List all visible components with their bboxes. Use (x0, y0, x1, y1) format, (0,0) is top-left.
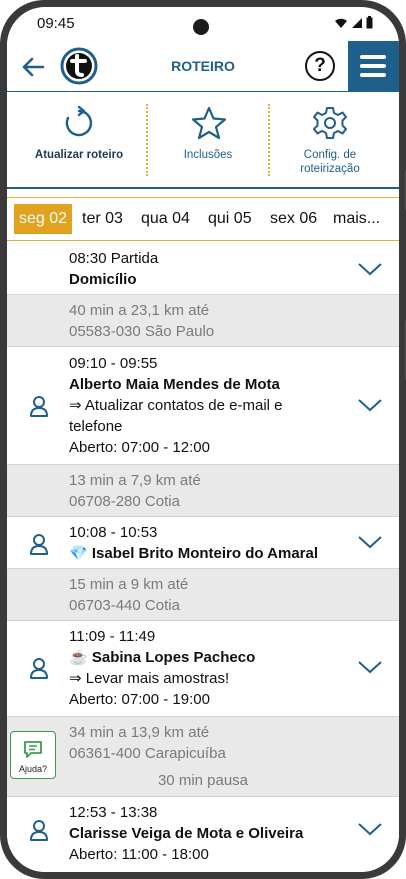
stop-hours: Aberto: 07:00 - 12:00 (69, 439, 210, 456)
leg-distance: 15 min a 9 km até (69, 576, 189, 593)
status-icons (334, 16, 373, 29)
stop-time: 12:53 - 13:38 (69, 804, 158, 821)
route-start-row[interactable]: 08:30 Partida Domicílio (7, 241, 399, 295)
battery-icon (366, 16, 373, 29)
travel-leg: 34 min a 13,9 km até 06361-400 Carapicuí… (7, 717, 399, 797)
config-label-line1: Config. de (303, 149, 357, 161)
wifi-icon (335, 18, 347, 28)
refresh-route-button[interactable]: Atualizar roteiro (19, 92, 139, 188)
stop-row-sabina[interactable]: 11:09 - 11:49 ☕ Sabina Lopes Pacheco ⇒ L… (7, 621, 399, 717)
star-icon (191, 106, 227, 140)
menu-icon (360, 55, 386, 59)
screen: 09:45 ROTEIRO ? Atualizar roteiro Inclus… (7, 7, 399, 872)
refresh-icon (65, 106, 93, 137)
stop-time: 09:10 - 09:55 (69, 355, 158, 372)
gear-icon (313, 107, 347, 139)
pause-label: 30 min pausa (157, 772, 249, 789)
tab-sex-06[interactable]: sex 06 (265, 204, 322, 234)
stop-client-line: ☕ Sabina Lopes Pacheco (69, 647, 255, 668)
diamond-icon: 💎 (69, 545, 88, 562)
leg-distance: 13 min a 7,9 km até (69, 472, 201, 489)
chevron-down-icon[interactable] (357, 397, 383, 413)
menu-button[interactable] (348, 41, 399, 91)
stop-client-line: 💎 Isabel Brito Monteiro do Amaral (69, 543, 318, 564)
stop-client-name: Clarisse Veiga de Mota e Oliveira (69, 825, 304, 842)
menu-icon-bar (360, 64, 386, 68)
leg-distance: 34 min a 13,9 km até (69, 724, 210, 741)
person-icon (30, 396, 48, 417)
stop-client-name: Sabina Lopes Pacheco (91, 649, 256, 666)
status-bar: 09:45 (7, 7, 399, 41)
stop-client-name: Alberto Maia Mendes de Mota (69, 376, 280, 393)
start-time: 08:30 Partida (69, 250, 159, 267)
stop-row-clarisse[interactable]: 12:53 - 13:38 Clarisse Veiga de Mota e O… (7, 797, 399, 872)
inclusions-label: Inclusões (183, 149, 233, 161)
tab-ter-03[interactable]: ter 03 (77, 204, 128, 234)
stop-time: 11:09 - 11:49 (69, 628, 156, 645)
page-title: ROTEIRO (171, 58, 235, 74)
person-icon (30, 658, 48, 679)
chat-icon (24, 741, 42, 758)
help-chat-button[interactable]: Ajuda? (10, 731, 56, 779)
travel-leg: 40 min a 23,1 km até 05583-030 São Paulo (7, 295, 399, 347)
routing-config-label: Config. de roteirização (270, 148, 390, 176)
start-place: Domicílio (69, 271, 137, 288)
refresh-route-label: Atualizar roteiro (34, 149, 124, 161)
front-camera (193, 19, 209, 35)
chevron-down-icon[interactable] (357, 659, 383, 675)
chevron-down-icon[interactable] (357, 534, 383, 550)
help-button[interactable]: ? (305, 51, 335, 81)
chevron-down-icon[interactable] (357, 261, 383, 277)
stop-client-name: Isabel Brito Monteiro do Amaral (91, 545, 319, 562)
phone-frame: 09:45 ROTEIRO ? Atualizar roteiro Inclus… (0, 0, 406, 879)
config-label-line2: roteirização (300, 163, 360, 175)
person-icon (30, 534, 48, 555)
stop-hours: Aberto: 11:00 - 18:00 (69, 846, 209, 863)
tab-qui-05[interactable]: qui 05 (203, 204, 257, 234)
tab-more-days[interactable]: mais... (328, 204, 385, 234)
leg-address: 06708-280 Cotia (69, 493, 180, 510)
stop-time: 10:08 - 10:53 (69, 524, 158, 541)
tab-qua-04[interactable]: qua 04 (136, 204, 195, 234)
leg-distance: 40 min a 23,1 km até (69, 302, 210, 319)
stop-row-isabel[interactable]: 10:08 - 10:53 💎 Isabel Brito Monteiro do… (7, 517, 399, 569)
leg-address: 06361-400 Carapicuíba (69, 745, 226, 762)
chevron-down-icon[interactable] (357, 821, 383, 837)
app-header: ROTEIRO ? (7, 41, 399, 91)
person-icon (30, 820, 48, 841)
help-chat-label: Ajuda? (18, 764, 48, 774)
stop-task: ⇒ Atualizar contatos de e-mail e (69, 397, 283, 414)
coffee-icon: ☕ (69, 649, 88, 666)
stop-task: ⇒ Levar mais amostras! (69, 670, 230, 687)
stop-task-cont: telefone (69, 418, 123, 435)
routing-config-button[interactable]: Config. de roteirização (270, 92, 390, 188)
tab-seg-02[interactable]: seg 02 (14, 204, 73, 234)
menu-icon-bar (360, 73, 386, 77)
stop-row-alberto[interactable]: 09:10 - 09:55 Alberto Maia Mendes de Mot… (7, 347, 399, 465)
stop-hours: Aberto: 07:00 - 19:00 (69, 691, 210, 708)
signal-icon (352, 17, 362, 28)
day-tabs: seg 02 ter 03 qua 04 qui 05 sex 06 mais.… (7, 197, 399, 241)
leg-address: 05583-030 São Paulo (69, 323, 215, 340)
action-toolbar: Atualizar roteiro Inclusões Config. de r… (7, 91, 399, 189)
inclusions-button[interactable]: Inclusões (148, 92, 268, 188)
leg-address: 06703-440 Cotia (69, 597, 180, 614)
travel-leg: 13 min a 7,9 km até 06708-280 Cotia (7, 465, 399, 517)
travel-leg: 15 min a 9 km até 06703-440 Cotia (7, 569, 399, 621)
status-time: 09:45 (37, 15, 75, 32)
